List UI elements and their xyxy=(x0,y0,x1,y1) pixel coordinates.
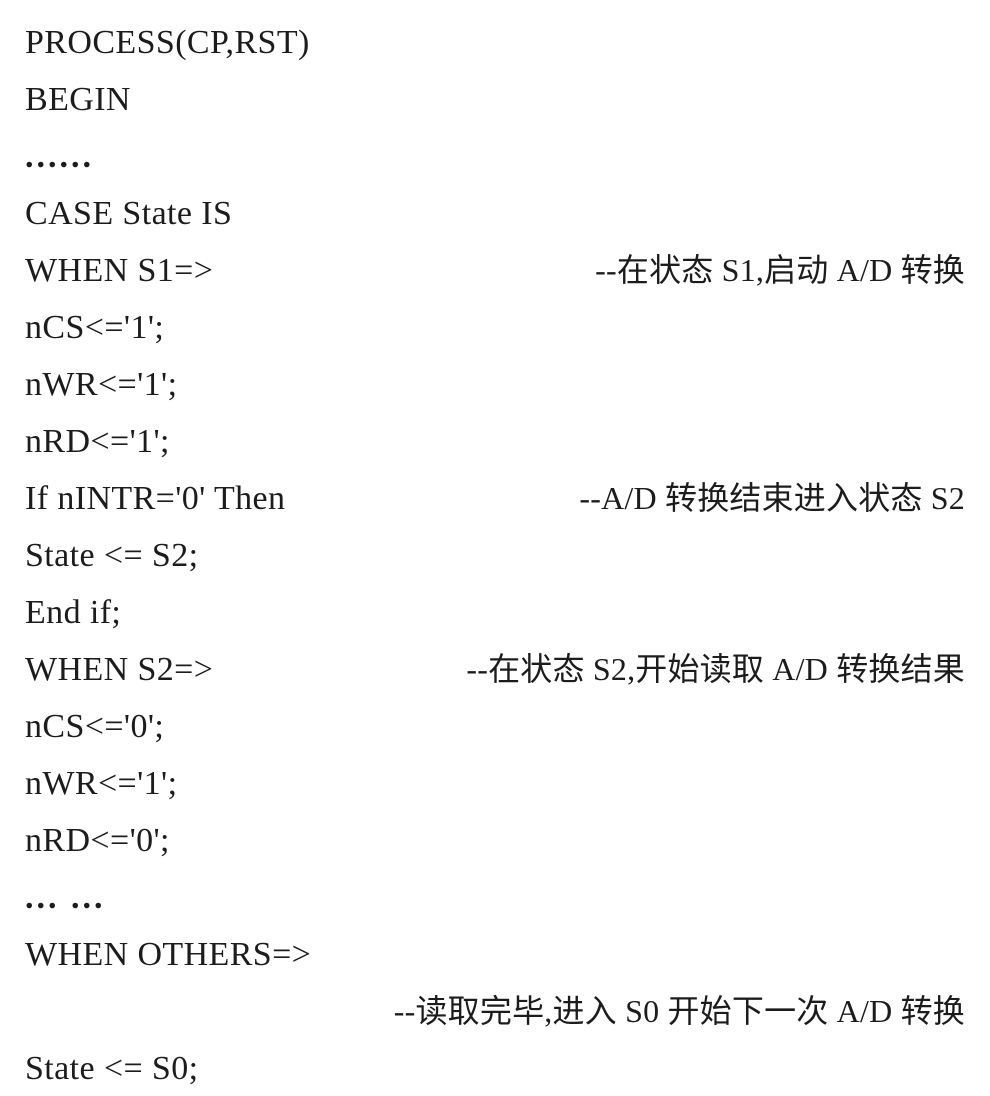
code-text: BEGIN xyxy=(25,81,131,118)
vhdl-code-listing: PROCESS(CP,RST) BEGIN...... CASE State IS W… xyxy=(0,0,990,1096)
code-line: If nINTR='0' Then --A/D 转换结束进入状态 S2 xyxy=(25,470,975,527)
ellipsis-marker: ... ... xyxy=(25,879,106,916)
code-line: ... ... xyxy=(25,869,975,926)
code-comment: --在状态 S1,启动 A/D 转换 xyxy=(595,252,965,288)
code-comment: --在状态 S2,开始读取 A/D 转换结果 xyxy=(466,651,965,687)
code-line: nRD<='1'; xyxy=(25,413,975,470)
code-line: ...... xyxy=(25,128,975,185)
code-line: --读取完毕,进入 S0 开始下一次 A/D 转换 xyxy=(25,983,975,1040)
code-line: State <= S2; xyxy=(25,527,975,584)
code-line: BEGIN xyxy=(25,71,975,128)
code-text: End if; xyxy=(25,594,122,631)
code-line: PROCESS(CP,RST) xyxy=(25,14,975,71)
code-text: State <= S2; xyxy=(25,537,199,574)
code-text: nWR<='1'; xyxy=(25,765,178,802)
code-text: CASE State IS xyxy=(25,195,233,232)
code-text: nCS<='1'; xyxy=(25,309,165,346)
code-text: nCS<='0'; xyxy=(25,708,165,745)
code-text: State <= S0; xyxy=(25,1050,199,1087)
code-text: WHEN S1=> xyxy=(25,252,214,289)
ellipsis-marker: ...... xyxy=(25,138,94,175)
code-line: End if; xyxy=(25,584,975,641)
code-text: WHEN S2=> xyxy=(25,651,214,688)
code-text: If nINTR='0' Then xyxy=(25,480,286,517)
code-line: nWR<='1'; xyxy=(25,755,975,812)
code-listing-page: PROCESS(CP,RST) BEGIN...... CASE State IS W… xyxy=(0,0,990,1096)
code-line: WHEN S1=> --在状态 S1,启动 A/D 转换 xyxy=(25,242,975,299)
code-line: WHEN OTHERS=> xyxy=(25,926,975,983)
code-line: CASE State IS xyxy=(25,185,975,242)
code-line: nRD<='0'; xyxy=(25,812,975,869)
code-comment: --读取完毕,进入 S0 开始下一次 A/D 转换 xyxy=(393,993,965,1029)
code-line: State <= S0; xyxy=(25,1040,975,1096)
code-line: nWR<='1'; xyxy=(25,356,975,413)
code-line: WHEN S2=> --在状态 S2,开始读取 A/D 转换结果 xyxy=(25,641,975,698)
code-text: WHEN OTHERS=> xyxy=(25,936,312,973)
code-text: PROCESS(CP,RST) xyxy=(25,24,310,61)
code-line: nCS<='0'; xyxy=(25,698,975,755)
code-text: nRD<='1'; xyxy=(25,423,170,460)
code-line: nCS<='1'; xyxy=(25,299,975,356)
code-text: nWR<='1'; xyxy=(25,366,178,403)
code-text: nRD<='0'; xyxy=(25,822,170,859)
code-comment: --A/D 转换结束进入状态 S2 xyxy=(579,480,965,516)
